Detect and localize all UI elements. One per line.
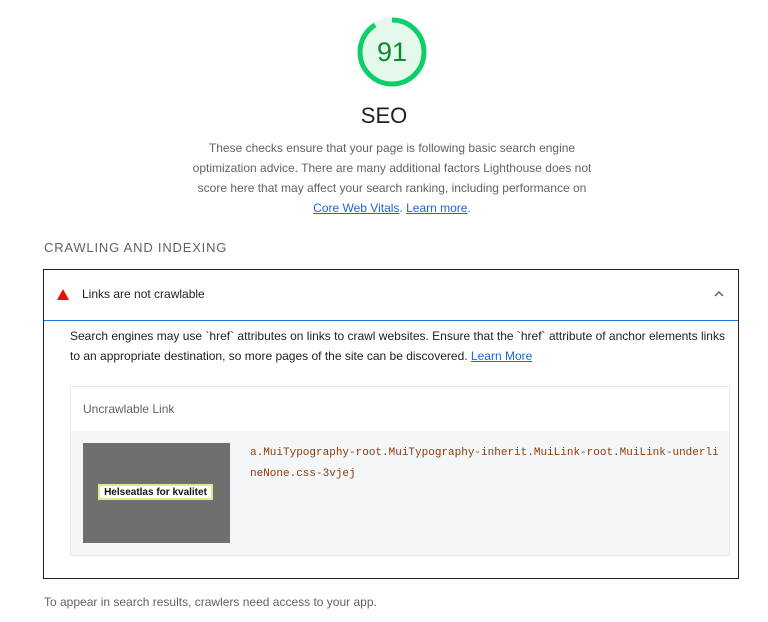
score-gauge[interactable]: 91 [356, 16, 428, 88]
description-end: . [467, 201, 471, 215]
lighthouse-report: 91 SEO These checks ensure that your pag… [0, 0, 768, 622]
audit-links-crawlable: Links are not crawlable Search engines m… [43, 269, 739, 579]
audit-header[interactable]: Links are not crawlable [44, 270, 738, 321]
highlighted-element: Helseatlas for kvalitet [98, 484, 213, 500]
table-header: Uncrawlable Link [71, 387, 729, 431]
details-table: Uncrawlable Link Helseatlas for kvalitet… [70, 386, 730, 556]
element-screenshot-thumbnail[interactable]: Helseatlas for kvalitet [83, 443, 230, 543]
group-title: CRAWLING AND INDEXING [44, 240, 228, 255]
audit-title: Links are not crawlable [82, 287, 205, 301]
description-text: These checks ensure that your page is fo… [192, 141, 592, 195]
learn-more-link[interactable]: Learn more [406, 201, 467, 215]
chevron-up-icon[interactable] [712, 287, 726, 301]
table-row[interactable]: Helseatlas for kvalitet a.MuiTypography-… [71, 431, 729, 555]
category-description: These checks ensure that your page is fo… [190, 138, 594, 218]
node-selector: a.MuiTypography-root.MuiTypography-inher… [250, 447, 719, 480]
footer-note: To appear in search results, crawlers ne… [44, 595, 377, 609]
audit-description: Search engines may use `href` attributes… [70, 326, 730, 366]
triangle-icon [57, 289, 69, 300]
audit-learn-more-link[interactable]: Learn More [471, 349, 532, 363]
core-web-vitals-link[interactable]: Core Web Vitals [313, 201, 399, 215]
thumbnail-text: Helseatlas for kvalitet [104, 486, 207, 498]
category-title: SEO [360, 103, 408, 128]
audit-description-text: Search engines may use `href` attributes… [70, 329, 725, 363]
column-header-uncrawlable-link: Uncrawlable Link [83, 402, 175, 416]
score-value: 91 [376, 36, 408, 67]
